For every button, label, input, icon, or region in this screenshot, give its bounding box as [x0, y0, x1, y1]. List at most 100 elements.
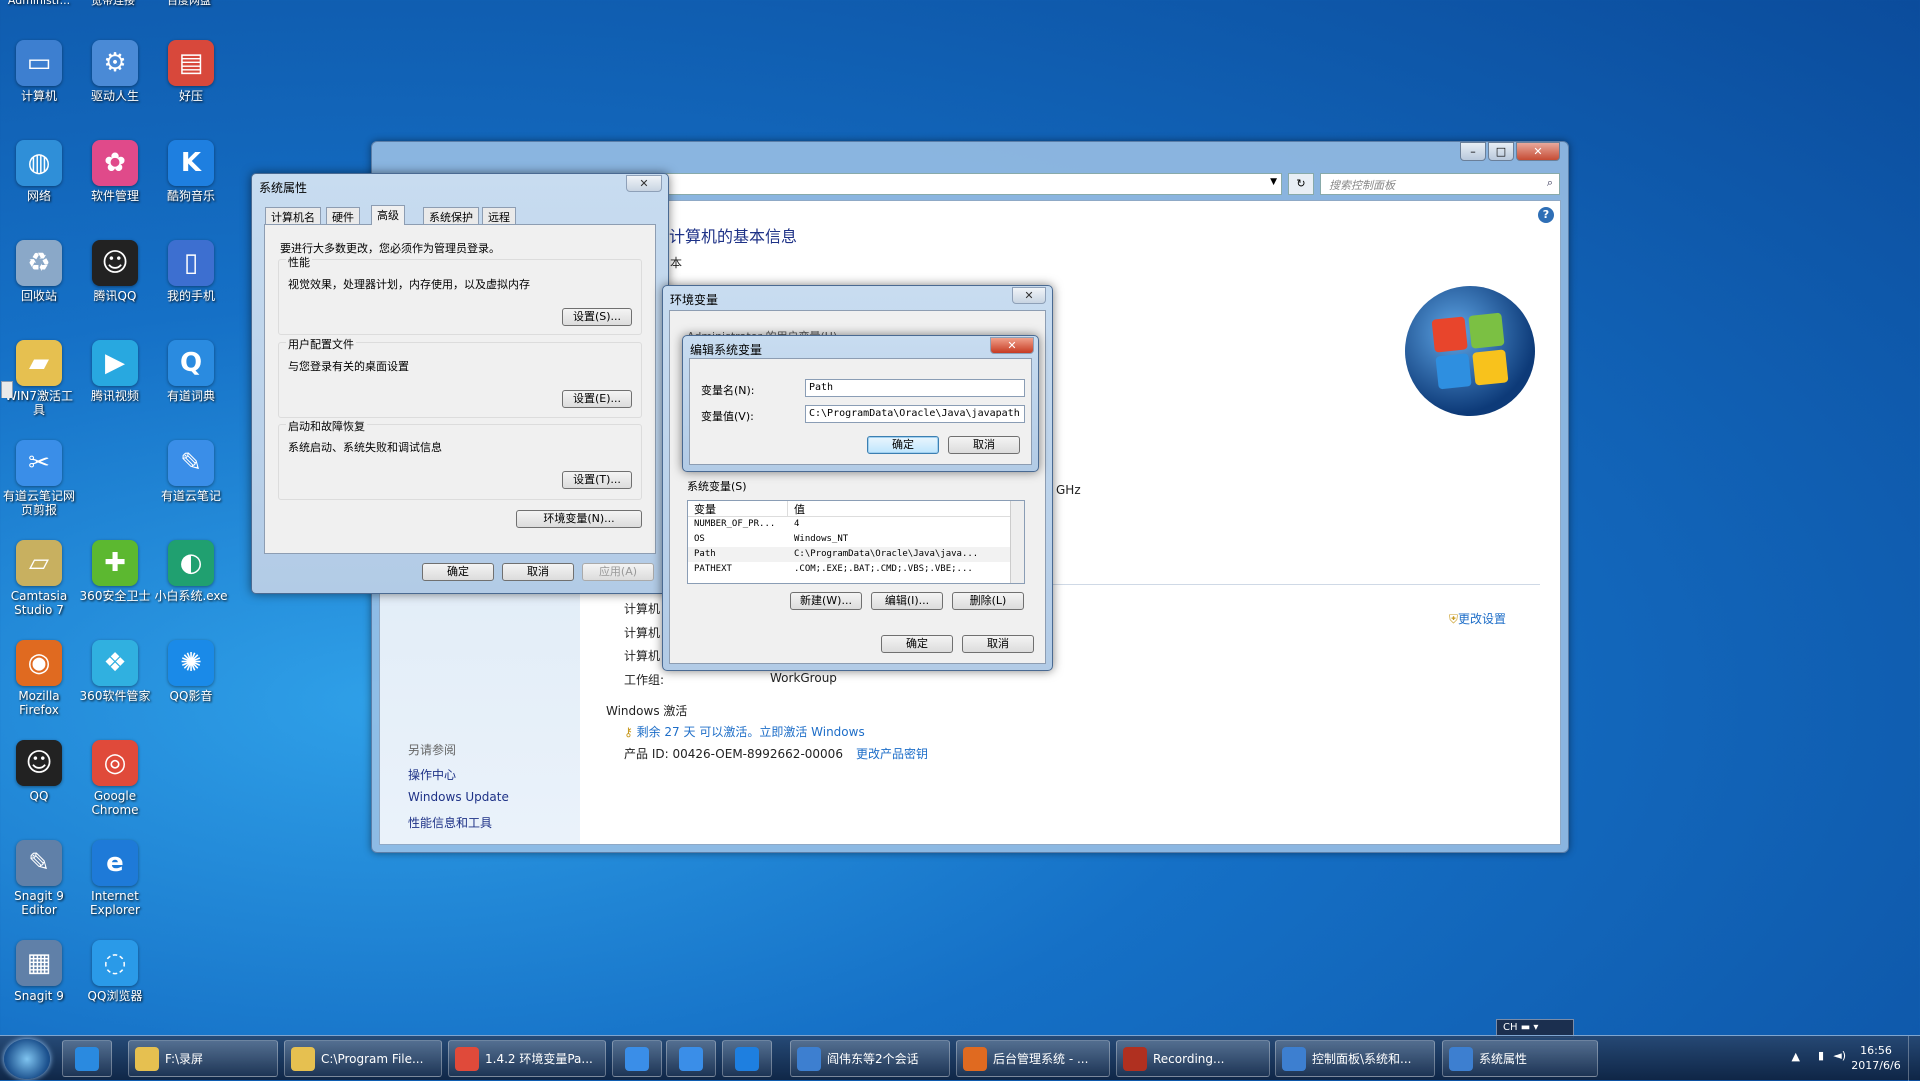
desktop-icon[interactable]: ◎ Google Chrome [76, 740, 154, 817]
desktop-icon[interactable]: ◌ QQ浏览器 [76, 940, 154, 1003]
show-desktop-button[interactable] [1908, 1036, 1920, 1081]
table-row[interactable]: NUMBER_OF_PR... 4 [688, 517, 1024, 532]
delete-variable-button[interactable]: 删除(L) [952, 592, 1024, 610]
app-icon: e [92, 840, 138, 886]
search-icon[interactable]: ⌕ [1547, 176, 1553, 190]
chevron-down-icon[interactable]: ▼ [1270, 177, 1277, 187]
taskbar-button[interactable]: 1.4.2 环境变量Pa... [448, 1040, 606, 1077]
desktop-icon[interactable]: ▰ WIN7激活工具 [0, 340, 78, 417]
desktop-icon[interactable]: ☺ 腾讯QQ [76, 240, 154, 303]
ok-button[interactable]: 确定 [881, 635, 953, 653]
desktop-icon[interactable]: ▦ Snagit 9 [0, 940, 78, 1003]
desktop-icon[interactable]: ◍ 网络 [0, 140, 78, 203]
tab-computer-name[interactable]: 计算机名 [265, 207, 321, 224]
clock[interactable]: 16:56 2017/6/6 [1850, 1043, 1902, 1073]
desktop-icon[interactable]: ❖ 360软件管家 [76, 640, 154, 703]
desktop-icon[interactable]: ✎ 有道云笔记 [152, 440, 230, 503]
taskbar-button[interactable]: C:\Program File... [284, 1040, 442, 1077]
desktop-icon[interactable]: ◉ Mozilla Firefox [0, 640, 78, 717]
app-icon: ▦ [16, 940, 62, 986]
cancel-button[interactable]: 取消 [502, 563, 574, 581]
col-variable[interactable]: 变量 [688, 501, 788, 516]
help-icon[interactable]: ? [1538, 207, 1554, 223]
link-windows-update[interactable]: Windows Update [408, 790, 509, 804]
environment-variables-button[interactable]: 环境变量(N)... [516, 510, 642, 528]
desktop-icon[interactable]: Q 有道词典 [152, 340, 230, 403]
close-button[interactable]: ✕ [1516, 142, 1560, 161]
close-button[interactable]: ✕ [1012, 287, 1046, 304]
startup-settings-button[interactable]: 设置(T)... [562, 471, 632, 489]
taskbar-button[interactable]: 系统属性 [1442, 1040, 1598, 1077]
table-row[interactable]: PATHEXT .COM;.EXE;.BAT;.CMD;.VBS;.VBE;... [688, 562, 1024, 577]
start-button[interactable] [4, 1039, 50, 1079]
desktop-icon[interactable]: ▤ 好压 [152, 40, 230, 103]
desktop-icon-label: 腾讯QQ [93, 289, 137, 303]
address-bar[interactable]: ▼ [662, 173, 1282, 195]
desktop-icon-label: 我的手机 [166, 289, 215, 303]
desktop-icon[interactable]: ♻ 回收站 [0, 240, 78, 303]
taskbar-button[interactable]: Recording... [1116, 1040, 1270, 1077]
edit-variable-button[interactable]: 编辑(I)... [871, 592, 943, 610]
variable-name-input[interactable]: Path [805, 379, 1025, 397]
table-row[interactable]: Path C:\ProgramData\Oracle\Java\java... [688, 547, 1024, 562]
tab-system-protection[interactable]: 系统保护 [423, 207, 479, 224]
tray-arrow-icon[interactable]: ▲ [1792, 1050, 1800, 1063]
tab-advanced[interactable]: 高级 [371, 205, 405, 225]
logo-green [1468, 312, 1505, 349]
desktop-icon[interactable]: K 酷狗音乐 [152, 140, 230, 203]
taskbar-button-label: Recording... [1153, 1051, 1225, 1066]
desktop-icon[interactable]: ☺ QQ [0, 740, 78, 803]
desktop-icon[interactable]: ▯ 我的手机 [152, 240, 230, 303]
activation-link[interactable]: ⚷ 剩余 27 天 可以激活。立即激活 Windows [624, 723, 865, 740]
performance-settings-button[interactable]: 设置(S)... [562, 308, 632, 326]
taskbar-button[interactable] [722, 1040, 772, 1077]
dialog-title: 系统属性 [259, 181, 308, 195]
search-input[interactable]: 搜索控制面板 ⌕ [1320, 173, 1560, 195]
taskbar-button[interactable] [62, 1040, 112, 1077]
tab-hardware[interactable]: 硬件 [326, 207, 360, 224]
apply-button[interactable]: 应用(A) [582, 563, 654, 581]
app-icon [135, 1046, 159, 1071]
desktop-icon[interactable]: ▱ Camtasia Studio 7 [0, 540, 78, 617]
desktop-icon[interactable]: ⚙ 驱动人生 [76, 40, 154, 103]
volume-icon[interactable]: ◄) [1833, 1049, 1846, 1062]
taskbar-button[interactable]: 阎伟东等2个会话 [790, 1040, 950, 1077]
change-key-link[interactable]: 更改产品密钥 [856, 745, 928, 762]
desktop-icon-label: 计算机 [20, 89, 57, 103]
cancel-button[interactable]: 取消 [962, 635, 1034, 653]
table-row[interactable]: OS Windows_NT [688, 532, 1024, 547]
close-button[interactable]: ✕ [626, 175, 662, 192]
desktop-icon[interactable]: ✎ Snagit 9 Editor [0, 840, 78, 917]
scrollbar[interactable] [1010, 501, 1024, 583]
desktop-icon[interactable]: ✺ QQ影音 [152, 640, 230, 703]
cancel-button[interactable]: 取消 [948, 436, 1020, 454]
network-icon[interactable]: ▮ [1818, 1049, 1824, 1062]
desktop-icon[interactable]: ◐ 小白系统.exe [152, 540, 230, 603]
desktop-icon[interactable]: ✚ 360安全卫士 [76, 540, 154, 603]
taskbar-button[interactable]: 后台管理系统 - ... [956, 1040, 1110, 1077]
tab-remote[interactable]: 远程 [482, 207, 516, 224]
variable-value-input[interactable]: C:\ProgramData\Oracle\Java\javapath [805, 405, 1025, 423]
desktop-icon[interactable]: e Internet Explorer [76, 840, 154, 917]
change-settings-link[interactable]: ⛨更改设置 [1449, 610, 1506, 627]
minimize-button[interactable]: – [1460, 142, 1486, 161]
close-button[interactable]: ✕ [990, 337, 1034, 354]
link-performance[interactable]: 性能信息和工具 [408, 814, 492, 831]
new-variable-button[interactable]: 新建(W)... [790, 592, 862, 610]
system-variables-list[interactable]: 变量 值 NUMBER_OF_PR... 4 OS Windows_NT Path C… [687, 500, 1025, 584]
col-value[interactable]: 值 [788, 501, 805, 516]
refresh-icon[interactable]: ↻ [1288, 173, 1314, 195]
taskbar-button[interactable] [612, 1040, 662, 1077]
profile-settings-button[interactable]: 设置(E)... [562, 390, 632, 408]
link-action-center[interactable]: 操作中心 [408, 766, 456, 783]
taskbar-button[interactable]: F:\录屏 [128, 1040, 278, 1077]
desktop-icon[interactable]: ▭ 计算机 [0, 40, 78, 103]
desktop-icon[interactable]: ✿ 软件管理 [76, 140, 154, 203]
taskbar-button[interactable] [666, 1040, 716, 1077]
desktop-icon[interactable]: ▶ 腾讯视频 [76, 340, 154, 403]
maximize-button[interactable]: □ [1488, 142, 1514, 161]
taskbar-button[interactable]: 控制面板\系统和... [1275, 1040, 1435, 1077]
ok-button[interactable]: 确定 [422, 563, 494, 581]
ok-button[interactable]: 确定 [867, 436, 939, 454]
desktop-icon[interactable]: ✂ 有道云笔记网页剪报 [0, 440, 78, 517]
